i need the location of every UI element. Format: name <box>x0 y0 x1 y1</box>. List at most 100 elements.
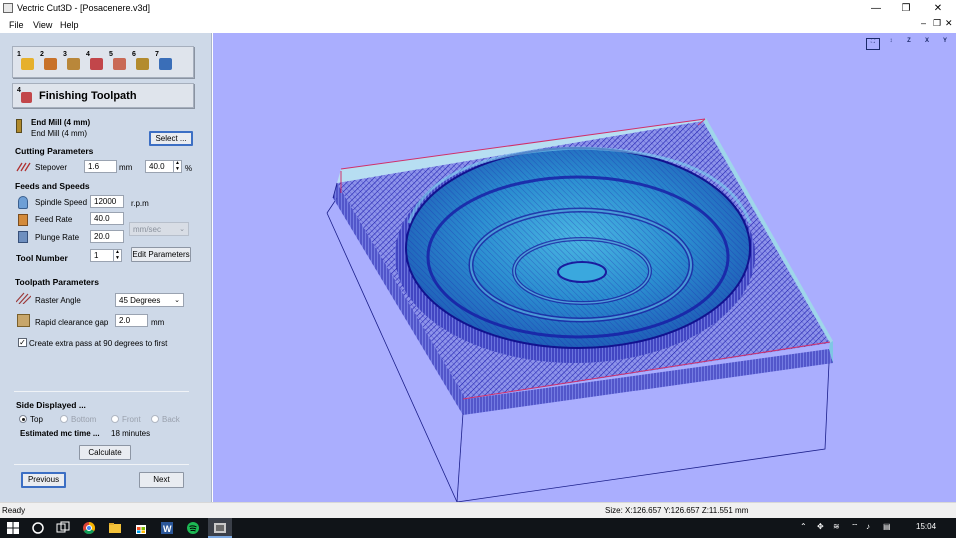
mdi-restore-button[interactable]: ❐ <box>933 18 941 29</box>
step-number: 4 <box>86 51 90 58</box>
dish-center <box>557 261 607 283</box>
previous-button[interactable]: Previous <box>21 472 66 488</box>
app-icon <box>3 3 13 13</box>
plunge-rate-label: Plunge Rate <box>35 233 80 242</box>
raster-angle-icon <box>16 292 31 304</box>
side-back-radio[interactable] <box>151 415 159 423</box>
volume-icon[interactable]: ♪ <box>866 522 870 531</box>
chevron-down-icon: ⌄ <box>174 297 180 304</box>
edit-parameters-button[interactable]: Edit Parameters <box>131 247 191 262</box>
side-bottom-label: Bottom <box>71 415 97 424</box>
feed-rate-input[interactable]: 40.0 <box>90 212 124 225</box>
toolpath-panel: 1 2 3 4 5 6 7 4 Finishing Toolpath End M… <box>0 33 212 502</box>
cutting-parameters-heading: Cutting Parameters <box>15 146 94 156</box>
close-button[interactable]: ✕ <box>922 0 954 17</box>
menu-view[interactable]: View <box>33 20 52 30</box>
tray-chevron-icon[interactable]: ⌃ <box>800 522 807 531</box>
tray-app-icon[interactable]: ✥ <box>817 522 824 531</box>
store-icon[interactable] <box>134 521 148 535</box>
percent-sign: % <box>185 164 193 173</box>
stepover-icon <box>16 162 31 172</box>
extra-pass-checkbox[interactable]: ✓ <box>18 338 27 347</box>
estimated-time-label: Estimated mc time ... <box>20 429 100 438</box>
plunge-rate-icon <box>18 231 28 243</box>
cut3d-icon <box>214 523 226 533</box>
side-bottom-radio[interactable] <box>60 415 68 423</box>
status-text: Ready <box>2 506 26 515</box>
task-view-icon[interactable] <box>56 521 70 535</box>
stepover-unit: mm <box>119 163 133 172</box>
panel-title: Finishing Toolpath <box>39 90 137 102</box>
finish-icon <box>90 58 103 70</box>
side-top-radio[interactable] <box>19 415 27 423</box>
status-bar: Ready Size: X:126.657 Y:126.657 Z:11.551… <box>0 502 956 518</box>
import-icon <box>44 58 57 70</box>
minimize-button[interactable]: — <box>860 0 892 17</box>
word-icon[interactable]: W <box>160 521 174 535</box>
model-size: Size: X:126.657 Y:126.657 Z:11.551 mm <box>605 506 749 515</box>
clearance-gap-unit: mm <box>151 318 165 327</box>
calculate-button[interactable]: Calculate <box>79 445 131 460</box>
spotify-icon[interactable] <box>186 521 200 535</box>
preview-icon <box>136 58 149 70</box>
menu-file[interactable]: File <box>9 20 24 30</box>
divider <box>14 464 189 465</box>
step-2-import-icon[interactable]: 2 <box>40 51 58 71</box>
clock[interactable]: 15:04 <box>916 522 936 531</box>
next-button[interactable]: Next <box>139 472 184 488</box>
raster-angle-dropdown[interactable]: 45 Degrees ⌄ <box>115 293 184 307</box>
tray-language-icon[interactable]: ≋ <box>833 522 840 531</box>
step-number: 1 <box>17 51 21 58</box>
spindle-speed-label: Spindle Speed <box>35 198 88 207</box>
clearance-gap-label: Rapid clearance gap <box>35 318 109 327</box>
raster-angle-value: 45 Degrees <box>119 296 161 305</box>
side-back-label: Back <box>162 415 180 424</box>
step-3-material-icon[interactable]: 3 <box>63 51 81 71</box>
step-number: 2 <box>40 51 44 58</box>
feeds-speeds-heading: Feeds and Speeds <box>15 181 90 191</box>
cortana-icon[interactable] <box>31 521 45 535</box>
rate-units-dropdown[interactable]: mm/sec ⌄ <box>129 222 189 236</box>
side-displayed-heading: Side Displayed ... <box>16 400 86 410</box>
stepover-label: Stepover <box>35 163 68 172</box>
plunge-rate-input[interactable]: 20.0 <box>90 230 124 243</box>
menu-help[interactable]: Help <box>60 20 79 30</box>
step-toolbar: 1 2 3 4 5 6 7 <box>12 46 194 78</box>
window-title: Vectric Cut3D - [Posacenere.v3d] <box>17 3 151 13</box>
taskbar: W ⌃ ✥ ≋ ⌔ ♪ ▤ 15:04 <box>0 518 956 538</box>
step-7-save-icon[interactable]: 7 <box>155 51 173 71</box>
side-front-radio[interactable] <box>111 415 119 423</box>
stepover-percent-spinner[interactable]: ▲ ▼ <box>173 160 181 173</box>
restore-button[interactable]: ❐ <box>890 0 922 17</box>
extra-pass-label: Create extra pass at 90 degrees to first <box>29 339 168 348</box>
tool-number-label: Tool Number <box>16 253 68 263</box>
3d-viewport[interactable]: ⛶ ↕ Z X Y <box>213 33 956 502</box>
step-1-open-icon[interactable]: 1 <box>17 51 35 71</box>
step-number: 5 <box>109 51 113 58</box>
file-explorer-icon[interactable] <box>108 521 122 535</box>
spindle-icon <box>18 196 28 209</box>
tool-description: End Mill (4 mm) <box>31 129 88 138</box>
spindle-speed-input[interactable]: 12000 <box>90 195 124 208</box>
windows-start-icon[interactable] <box>6 521 20 535</box>
divider <box>14 391 189 392</box>
wifi-icon[interactable]: ⌔ <box>851 522 859 532</box>
step-5-cutout-icon[interactable]: 5 <box>109 51 127 71</box>
chevron-down-icon: ⌄ <box>179 226 185 233</box>
step-6-preview-icon[interactable]: 6 <box>132 51 150 71</box>
folder-icon <box>21 58 34 70</box>
rate-units-value: mm/sec <box>133 225 161 234</box>
menu-bar: File View Help – ❐ ✕ <box>0 17 956 33</box>
tool-number-spinner[interactable]: ▲ ▼ <box>113 249 121 262</box>
step-4-finish-icon[interactable]: 4 <box>86 51 104 71</box>
cut3d-taskbar-button[interactable] <box>208 518 232 538</box>
mdi-close-button[interactable]: ✕ <box>945 18 953 29</box>
mdi-minimize-button[interactable]: – <box>921 18 926 28</box>
clearance-gap-input[interactable]: 2.0 <box>115 314 148 327</box>
chrome-icon[interactable] <box>82 521 96 535</box>
stepover-input[interactable]: 1.6 <box>84 160 117 173</box>
step-number: 3 <box>63 51 67 58</box>
select-tool-button[interactable]: Select ... <box>149 131 193 146</box>
notifications-icon[interactable]: ▤ <box>883 522 891 531</box>
feed-rate-label: Feed Rate <box>35 215 73 224</box>
